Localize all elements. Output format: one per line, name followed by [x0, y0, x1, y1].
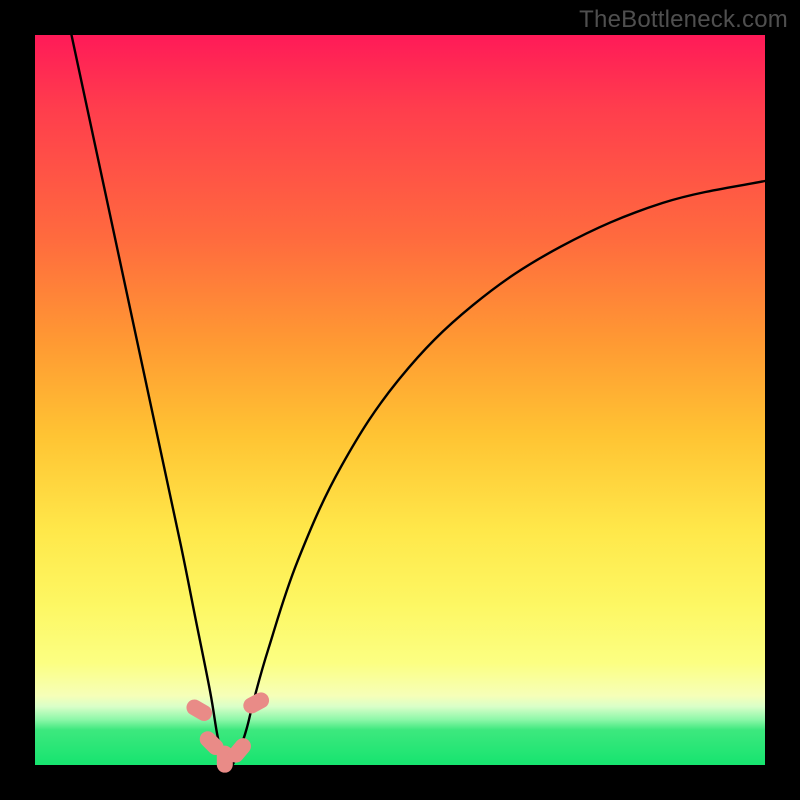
watermark-text: TheBottleneck.com [579, 6, 788, 34]
plot-area [35, 35, 765, 765]
curve-svg [35, 35, 765, 765]
bottleneck-curve [72, 35, 766, 768]
chart-frame: TheBottleneck.com [0, 0, 800, 800]
marker [184, 697, 215, 724]
optimal-zone-markers [184, 690, 272, 773]
